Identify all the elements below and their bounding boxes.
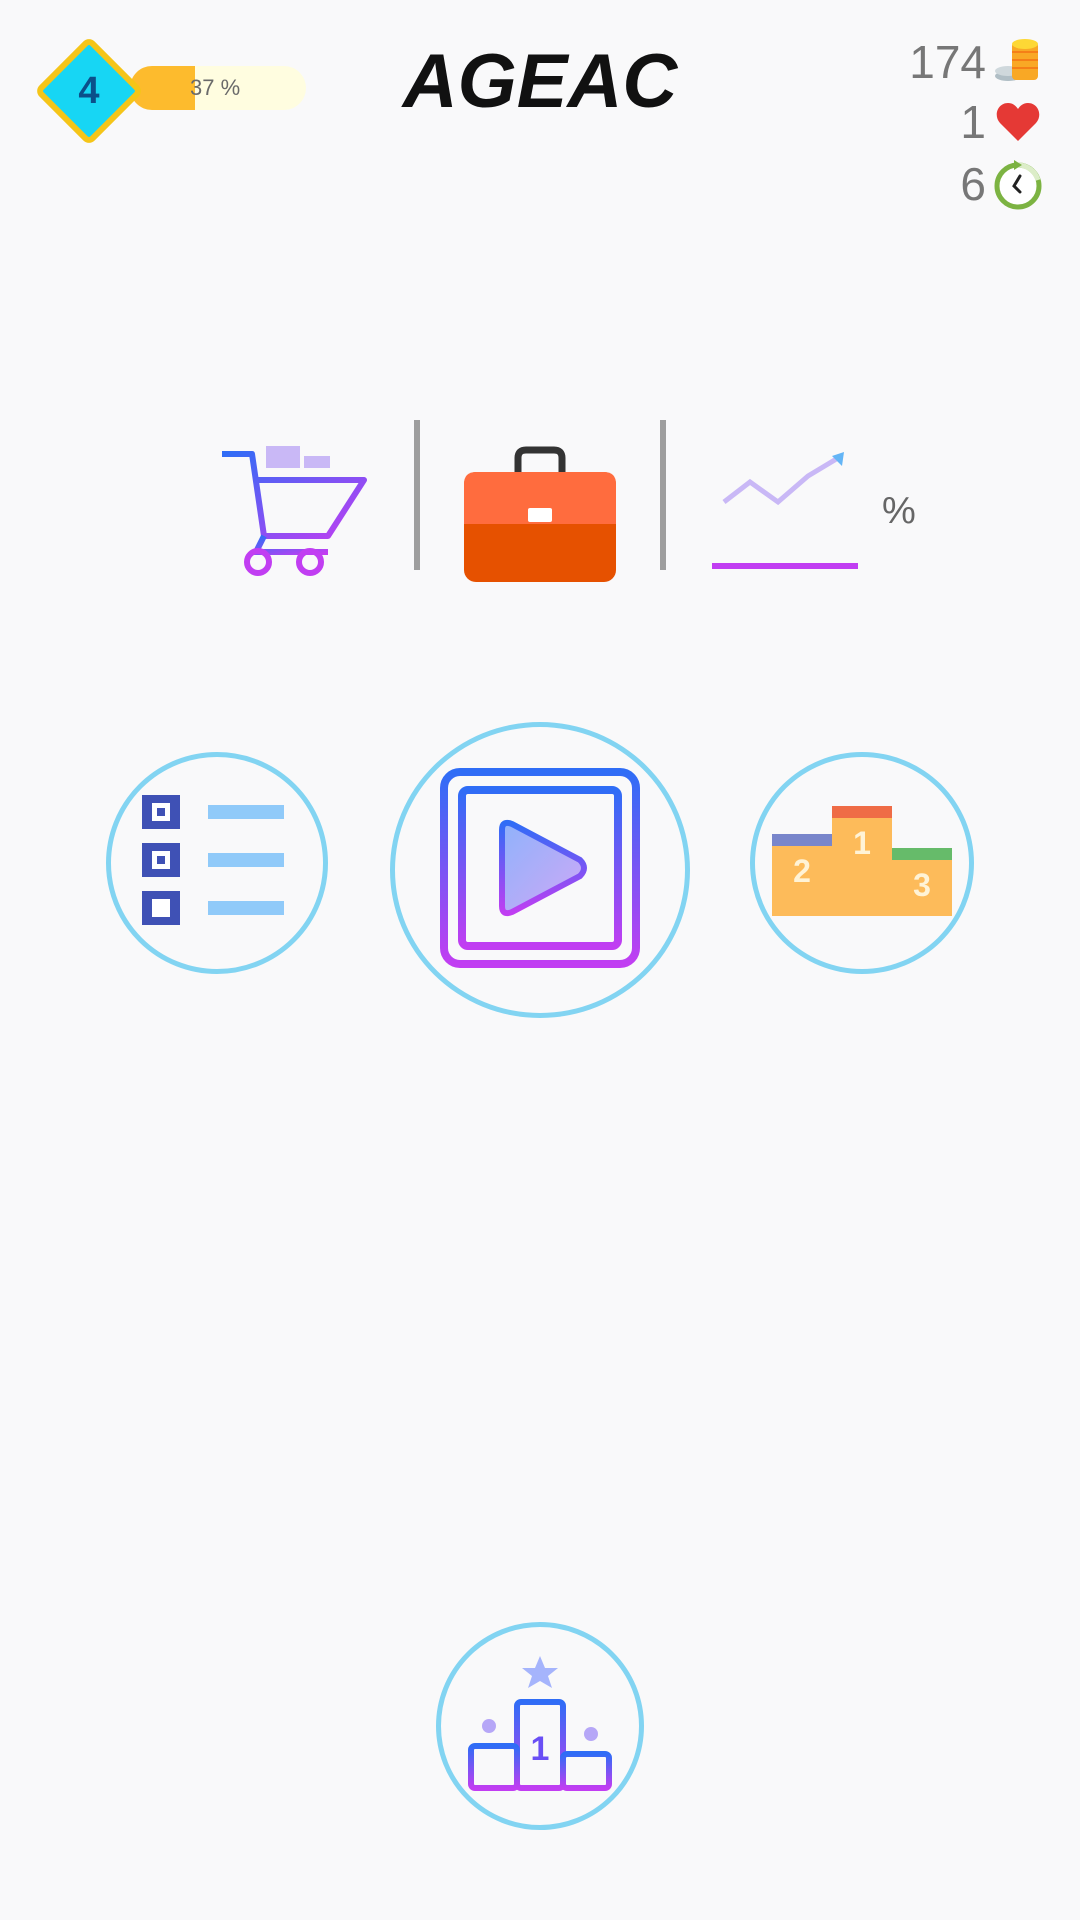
briefcase-icon[interactable] bbox=[462, 444, 618, 584]
lives-value: 1 bbox=[960, 96, 986, 148]
heart-icon bbox=[992, 96, 1044, 148]
achievements-button[interactable]: 1 bbox=[436, 1622, 644, 1830]
level-number: 4 bbox=[78, 69, 100, 112]
xp-progress-label: 37 % bbox=[190, 75, 241, 100]
podium-icon: 1 2 3 bbox=[772, 805, 952, 921]
stopwatch-icon bbox=[992, 158, 1044, 210]
ranking-button[interactable]: 1 2 3 bbox=[750, 752, 974, 974]
xp-progress-bar: 37 % bbox=[130, 66, 306, 110]
svg-text:1: 1 bbox=[853, 825, 871, 861]
achievement-podium-icon: 1 bbox=[465, 1654, 615, 1799]
lives-counter[interactable]: 1 bbox=[960, 94, 1044, 150]
checklist-button[interactable] bbox=[106, 752, 328, 974]
svg-text:1: 1 bbox=[531, 1730, 550, 1768]
coins-value: 174 bbox=[909, 36, 986, 88]
percent-label: % bbox=[882, 490, 916, 532]
shopping-cart-icon[interactable] bbox=[218, 440, 368, 580]
timer-value: 6 bbox=[960, 158, 986, 210]
svg-text:3: 3 bbox=[913, 867, 931, 903]
divider bbox=[414, 420, 420, 570]
coins-counter[interactable]: 174 bbox=[909, 34, 1044, 90]
app-title: AGEAC bbox=[402, 39, 678, 124]
level-badge[interactable]: 4 bbox=[28, 30, 150, 152]
svg-text:2: 2 bbox=[793, 853, 811, 889]
play-icon bbox=[440, 767, 640, 973]
divider bbox=[660, 420, 666, 570]
growth-chart-icon[interactable] bbox=[710, 448, 860, 572]
play-button[interactable] bbox=[390, 722, 690, 1018]
timer-counter[interactable]: 6 bbox=[960, 156, 1044, 212]
checklist-icon bbox=[142, 794, 292, 932]
coins-icon bbox=[992, 36, 1044, 88]
